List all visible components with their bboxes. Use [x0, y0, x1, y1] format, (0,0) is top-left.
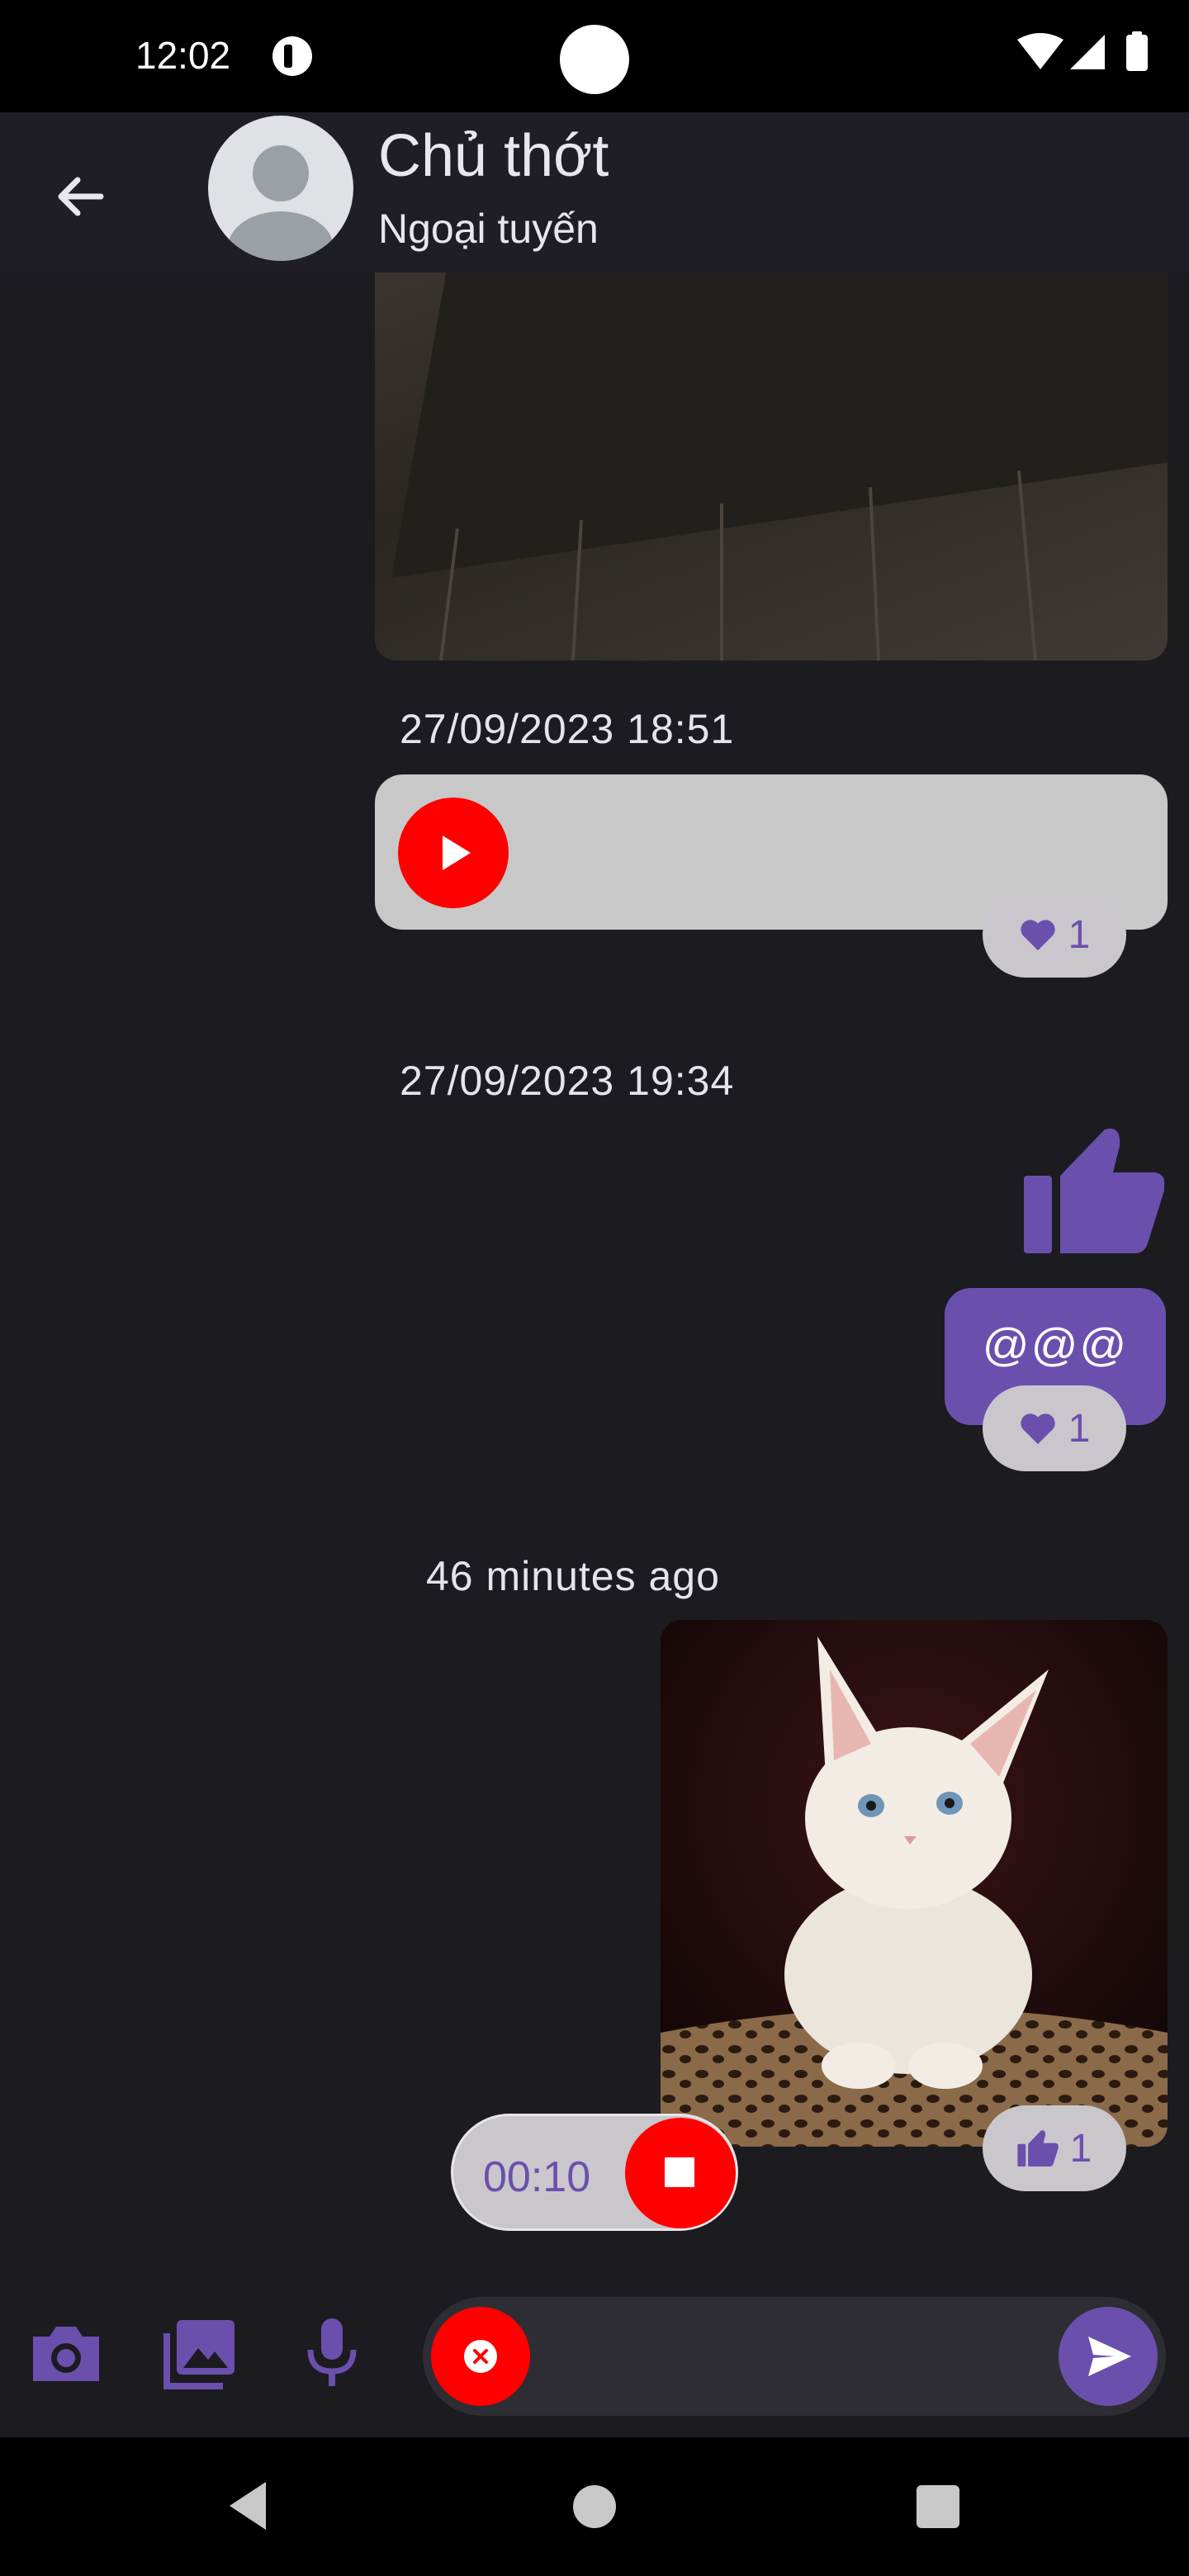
nav-back-icon[interactable]: [223, 2477, 272, 2535]
reaction-count: 1: [1068, 912, 1091, 957]
message-timestamp: 46 minutes ago: [426, 1553, 720, 1599]
nav-recents-icon[interactable]: [917, 2485, 959, 2528]
chat-title: Chủ thớt: [378, 123, 609, 189]
send-icon: [1088, 2337, 1131, 2376]
close-icon: [464, 2340, 497, 2373]
reaction-badge[interactable]: 1: [983, 892, 1126, 978]
message-timestamp: 27/09/2023 18:51: [400, 706, 735, 752]
camera-cutout: [560, 25, 629, 94]
status-time: 12:02: [135, 34, 231, 77]
back-arrow-icon[interactable]: [40, 155, 122, 238]
signal-icon: [1070, 35, 1105, 69]
status-icons: [1016, 31, 1164, 78]
message-text: @@@: [982, 1319, 1129, 1371]
wifi-icon: [1017, 33, 1063, 69]
photo-message-partial[interactable]: [375, 256, 1168, 661]
notification-app-icon: [272, 36, 312, 76]
heart-icon: [1021, 1413, 1055, 1445]
thumbs-up-icon[interactable]: [1024, 1128, 1164, 1253]
camera-icon[interactable]: [25, 2312, 107, 2394]
avatar-icon: [228, 145, 334, 261]
thumbs-up-icon: [1017, 2130, 1059, 2166]
heart-icon: [1021, 920, 1055, 951]
send-button[interactable]: [1059, 2307, 1158, 2406]
presence-status: Ngoại tuyến: [378, 206, 599, 252]
reaction-badge[interactable]: 1: [983, 1385, 1126, 1471]
message-input[interactable]: [423, 2297, 1166, 2416]
reaction-badge[interactable]: 1: [983, 2105, 1126, 2191]
avatar[interactable]: [208, 116, 353, 261]
message-timestamp: 27/09/2023 19:34: [400, 1058, 735, 1104]
status-bar: 12:02: [0, 0, 1189, 112]
microphone-icon[interactable]: [291, 2312, 373, 2394]
play-icon[interactable]: [398, 798, 509, 908]
reaction-count: 1: [1068, 1406, 1091, 1451]
reaction-count: 1: [1069, 2126, 1092, 2171]
nav-home-icon[interactable]: [573, 2485, 616, 2528]
chat-header: Chủ thớt Ngoại tuyến: [0, 112, 1189, 272]
recording-timer: 00:10: [483, 2153, 591, 2201]
battery-icon: [1126, 35, 1148, 71]
stop-recording-button[interactable]: [625, 2118, 736, 2228]
gallery-icon[interactable]: [159, 2312, 241, 2394]
system-nav-bar: [0, 2437, 1189, 2576]
recording-indicator: 00:10: [451, 2114, 738, 2231]
cat-photo-message[interactable]: [661, 1620, 1168, 2147]
cancel-recording-button[interactable]: [431, 2307, 530, 2406]
